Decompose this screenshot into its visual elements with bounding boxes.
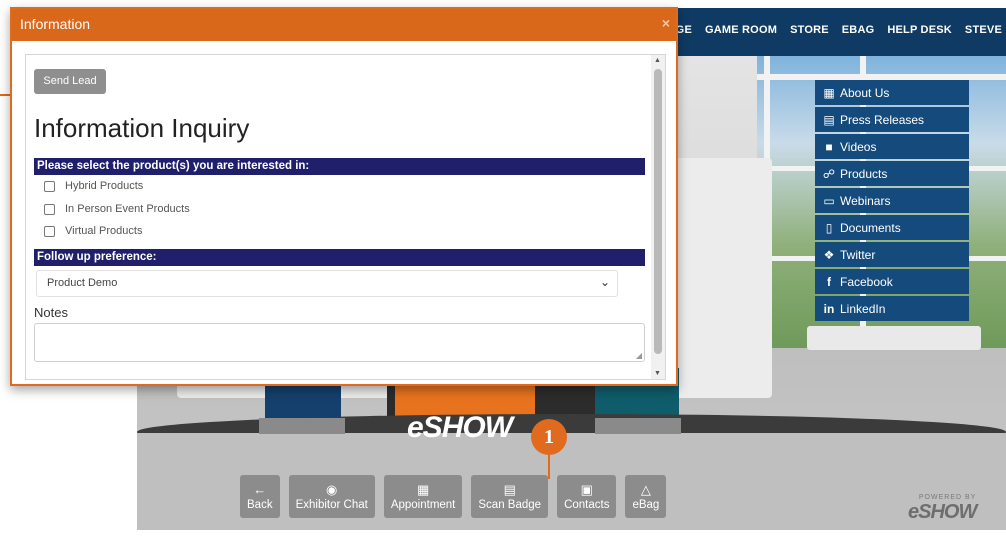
- shopping-bag-icon: △: [640, 481, 651, 497]
- contacts-label: Contacts: [564, 498, 610, 511]
- nav-ebag[interactable]: EBAG: [842, 24, 875, 36]
- barcode-icon: ▤: [503, 481, 516, 497]
- followup-section-header: Follow up preference:: [34, 249, 645, 266]
- modal-header: Information ×: [12, 9, 676, 41]
- send-lead-button[interactable]: Send Lead: [34, 69, 106, 94]
- modal-body: Send Lead Information Inquiry Please sel…: [25, 54, 666, 380]
- menu-item-label: About Us: [840, 85, 890, 100]
- twitter-icon: ❖: [823, 247, 835, 262]
- exhibitor-chat-label: Exhibitor Chat: [295, 498, 368, 511]
- appointment-label: Appointment: [390, 498, 456, 511]
- checkbox[interactable]: [44, 180, 55, 192]
- menu-item-label: Videos: [840, 139, 877, 154]
- menu-products[interactable]: ☍ Products: [815, 161, 969, 186]
- close-icon[interactable]: ×: [662, 15, 670, 31]
- callout-pointer: [548, 455, 550, 479]
- menu-item-label: Webinars: [840, 193, 891, 208]
- menu-twitter[interactable]: ❖ Twitter: [815, 242, 969, 267]
- facebook-icon: f: [827, 274, 831, 289]
- calendar-icon: ▦: [416, 481, 430, 497]
- chevron-down-icon: ⌄: [599, 275, 610, 289]
- exhibitor-chat-button[interactable]: ◉ Exhibitor Chat: [288, 475, 375, 518]
- information-modal: Information × Send Lead Information Inqu…: [10, 7, 678, 386]
- monitor-icon: ▭: [823, 193, 835, 208]
- product-option-label: In Person Event Products: [65, 203, 190, 215]
- menu-facebook[interactable]: f Facebook: [815, 269, 969, 294]
- menu-webinars[interactable]: ▭ Webinars: [815, 188, 969, 213]
- resize-grip-icon[interactable]: ◢: [636, 351, 642, 360]
- booth-side-menu: ▦ About Us ▤ Press Releases ■ Videos ☍ P…: [815, 80, 969, 323]
- form-heading: Information Inquiry: [34, 113, 250, 143]
- top-nav-list: LOUNGE GAME ROOM STORE EBAG HELP DESK ST…: [644, 24, 1002, 36]
- menu-videos[interactable]: ■ Videos: [815, 134, 969, 159]
- modal-title: Information: [20, 16, 91, 32]
- menu-documents[interactable]: ▯ Documents: [815, 215, 969, 240]
- menu-press-releases[interactable]: ▤ Press Releases: [815, 107, 969, 132]
- shopping-cart-icon: ☍: [822, 166, 836, 181]
- callout-connector: [0, 94, 10, 96]
- nav-user-steve[interactable]: STEVE: [965, 24, 1002, 36]
- notes-textarea[interactable]: ◢: [34, 323, 645, 362]
- menu-item-label: Twitter: [840, 247, 876, 262]
- menu-item-label: Press Releases: [840, 112, 925, 127]
- ebag-label: eBag: [632, 498, 660, 511]
- newspaper-icon: ▤: [823, 112, 835, 127]
- booth-shelf-left: [259, 418, 345, 434]
- followup-select[interactable]: Product Demo ⌄: [36, 270, 618, 297]
- eshow-booth-logo: eSHOW: [407, 411, 513, 444]
- nav-help-desk[interactable]: HELP DESK: [887, 24, 952, 36]
- back-button-label: Back: [247, 498, 273, 511]
- product-option-in-person[interactable]: In Person Event Products: [44, 203, 190, 215]
- scroll-down-icon[interactable]: ▼: [654, 370, 661, 377]
- building-icon: ▦: [823, 85, 835, 100]
- chat-bubbles-icon: ◉: [326, 481, 338, 497]
- followup-selected-value: Product Demo: [47, 277, 118, 289]
- nav-store[interactable]: STORE: [790, 24, 829, 36]
- side-menu-base: [807, 326, 981, 350]
- contacts-button[interactable]: ▣ Contacts: [557, 475, 617, 518]
- callout-number-badge: 1: [531, 419, 567, 455]
- scrollbar-thumb[interactable]: [654, 69, 662, 354]
- modal-scrollbar[interactable]: ▲ ▼: [651, 55, 665, 379]
- products-section-header: Please select the product(s) you are int…: [34, 158, 645, 175]
- scan-badge-label: Scan Badge: [478, 498, 542, 511]
- product-option-label: Virtual Products: [65, 225, 143, 237]
- menu-item-label: Products: [840, 166, 888, 181]
- nav-game-room[interactable]: GAME ROOM: [705, 24, 777, 36]
- product-option-hybrid[interactable]: Hybrid Products: [44, 180, 143, 192]
- notes-label: Notes: [34, 305, 68, 320]
- linkedin-icon: in: [823, 301, 835, 316]
- powered-by-brand: eSHOW: [908, 501, 977, 523]
- video-camera-icon: ■: [825, 139, 833, 154]
- scroll-up-icon[interactable]: ▲: [654, 57, 661, 64]
- back-button[interactable]: ← Back: [240, 475, 280, 518]
- checkbox[interactable]: [44, 225, 55, 237]
- menu-linkedin[interactable]: in LinkedIn: [815, 296, 969, 321]
- menu-item-label: LinkedIn: [840, 301, 886, 316]
- scan-badge-button[interactable]: ▤ Scan Badge: [471, 475, 549, 518]
- checkbox[interactable]: [44, 203, 55, 215]
- product-option-virtual[interactable]: Virtual Products: [44, 225, 142, 237]
- arrow-left-icon: ←: [253, 481, 267, 497]
- product-option-label: Hybrid Products: [65, 180, 144, 192]
- contact-card-icon: ▣: [580, 481, 593, 497]
- powered-by-text: POWERED BY: [918, 494, 977, 501]
- powered-by-logo: POWERED BY eSHOW: [908, 494, 977, 524]
- booth-shelf-right: [595, 418, 681, 434]
- menu-item-label: Documents: [840, 220, 901, 235]
- menu-item-label: Facebook: [840, 274, 893, 289]
- ebag-button[interactable]: △ eBag: [625, 475, 667, 518]
- screen: LOUNGE GAME ROOM STORE EBAG HELP DESK ST…: [0, 0, 1006, 538]
- menu-about-us[interactable]: ▦ About Us: [815, 80, 969, 105]
- document-icon: ▯: [825, 220, 833, 235]
- appointment-button[interactable]: ▦ Appointment: [383, 475, 463, 518]
- booth-toolbar: ← Back ◉ Exhibitor Chat ▦ Appointment ▤ …: [240, 475, 667, 518]
